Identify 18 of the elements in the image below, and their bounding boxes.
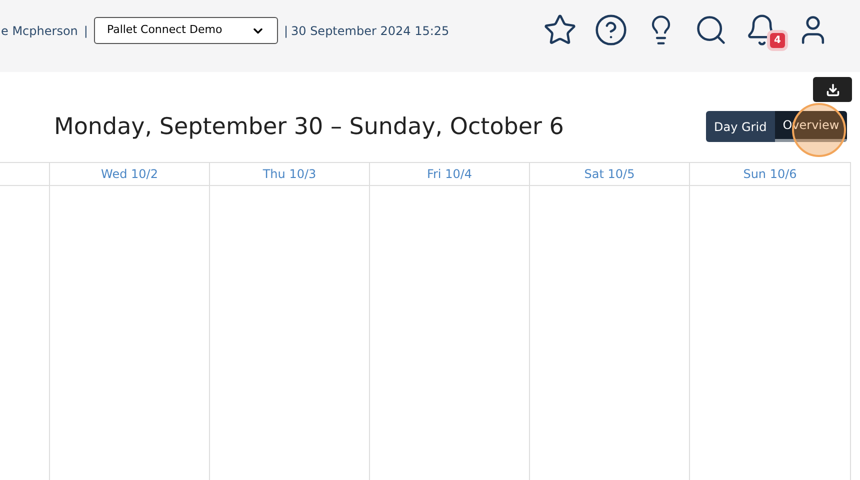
star-icon[interactable] [543, 13, 577, 47]
day-header: Sat 10/5 [530, 162, 690, 186]
search-icon[interactable] [694, 13, 728, 47]
view-tab[interactable]: Day Grid [706, 111, 775, 142]
help-icon[interactable] [594, 13, 628, 47]
separator: | [84, 22, 88, 40]
day-header: Thu 10/3 [210, 162, 370, 186]
download-icon [826, 82, 840, 96]
notification-badge: 4 [770, 33, 785, 48]
date-time: 30 September 2024 15:25 [290, 22, 450, 40]
company-select[interactable]: Pallet Connect Demo [94, 17, 278, 44]
day-header: Sun 10/6 [690, 162, 851, 186]
separator: | [284, 22, 288, 40]
week-title: Monday, September 30 – Sunday, October 6 [54, 113, 564, 142]
day-header: Wed 10/2 [50, 162, 210, 186]
user-name: e Mcpherson [1, 22, 78, 40]
day-header: Fri 10/4 [370, 162, 530, 186]
download-button[interactable] [813, 77, 852, 102]
